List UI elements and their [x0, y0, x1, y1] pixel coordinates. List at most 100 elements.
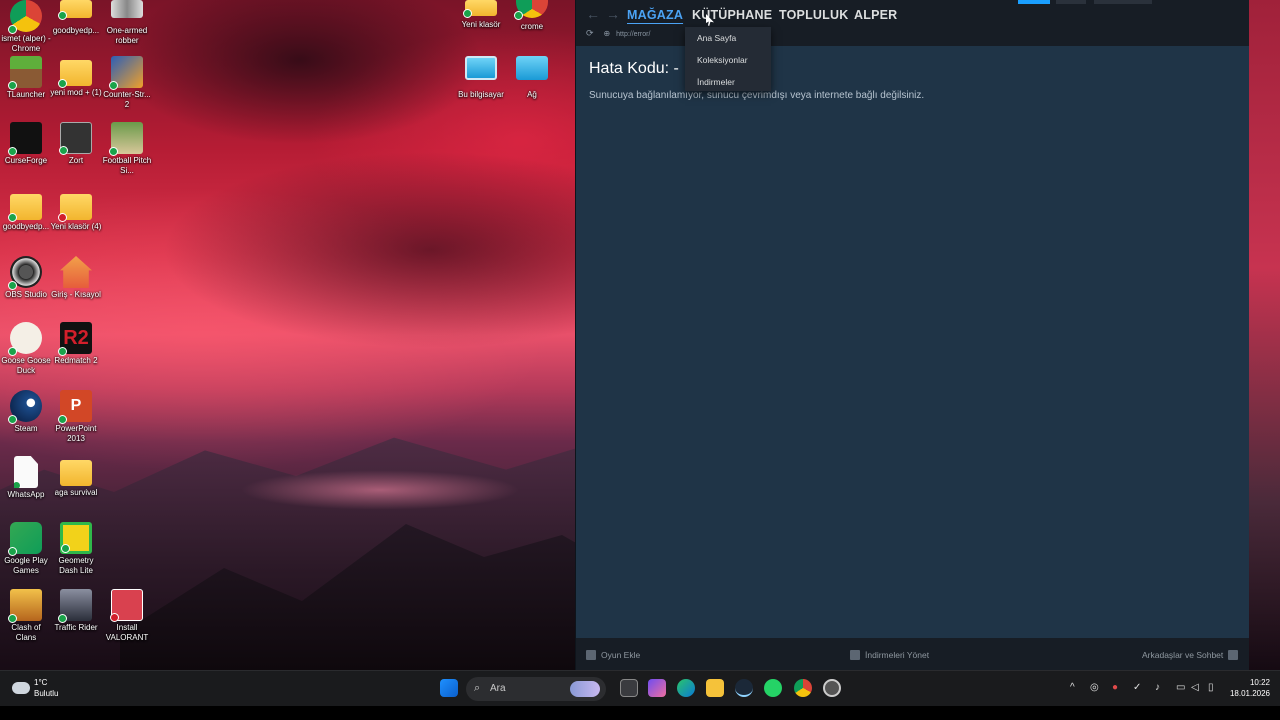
notification-button[interactable]: [1056, 0, 1086, 4]
tab-community[interactable]: TOPLULUK: [779, 8, 848, 22]
steam-taskbar-icon[interactable]: [735, 679, 753, 697]
curseforge-icon: [8, 122, 42, 156]
traffic-rider-icon: [58, 589, 92, 623]
tray-app-icon[interactable]: ◎: [1090, 682, 1099, 693]
tray-redapp-icon[interactable]: ●: [1112, 682, 1118, 693]
desktop-icon-curseforge[interactable]: CurseForge: [0, 122, 52, 166]
chevron-up-icon[interactable]: ^: [1070, 682, 1075, 693]
home-icon: [60, 256, 92, 288]
desktop-icon-obs-studio[interactable]: OBS Studio: [0, 256, 52, 300]
desktop-icon-google-play-games[interactable]: Google Play Games: [0, 522, 52, 576]
copilot-icon[interactable]: [648, 679, 666, 697]
steam-content: Hata Kodu: - Sunucuya bağlanılamıyor, su…: [576, 46, 1249, 638]
manage-downloads-button[interactable]: İndirmeleri Yönet: [850, 650, 929, 660]
desktop-icon-install-valorant[interactable]: Install VALORANT: [101, 589, 153, 643]
add-game-button[interactable]: Oyun Ekle: [586, 650, 640, 660]
desktop-icon-giris-kisayol[interactable]: Giriş - Kısayol: [50, 256, 102, 300]
folder-icon: [463, 0, 497, 18]
desktop-icon-clash-of-clans[interactable]: Clash of Clans: [0, 589, 52, 643]
desktop-icon-powerpoint[interactable]: P PowerPoint 2013: [50, 390, 102, 444]
search-box[interactable]: ⌕ Ara: [466, 677, 606, 701]
valorant-icon: [110, 589, 143, 622]
chrome-icon: [514, 0, 548, 20]
app-with-notification-icon[interactable]: [823, 679, 841, 697]
url-text: http://error/: [616, 31, 651, 38]
folder-icon: [58, 0, 92, 20]
friends-icon: [1228, 650, 1239, 660]
search-icon: ⌕: [474, 682, 481, 694]
start-windows-icon[interactable]: [440, 679, 458, 697]
desktop-icon-steam[interactable]: Steam: [0, 390, 52, 434]
geometry-dash-icon: [60, 522, 92, 554]
edge-icon[interactable]: [677, 679, 695, 697]
menu-item-downloads[interactable]: İndirmeler: [685, 71, 771, 93]
weather-cloud-icon: [12, 682, 30, 694]
plus-icon: [586, 650, 596, 660]
friends-chat-button[interactable]: Arkadaşlar ve Sohbet: [1142, 650, 1239, 660]
folder-icon: [8, 194, 42, 222]
steam-topbar: ← → MAĞAZA KÜTÜPHANE TOPLULUK ALPER ⟳ ⊕ …: [576, 0, 1249, 46]
forward-arrow-icon[interactable]: →: [606, 6, 620, 22]
clock-date: 18.01.2026: [1229, 689, 1270, 698]
desktop-icon-crome[interactable]: crome: [506, 0, 558, 32]
redmatch-icon: R2: [58, 322, 92, 356]
obs-icon: [8, 256, 42, 290]
file-icon: [14, 456, 38, 488]
folder-icon: [58, 194, 92, 222]
chrome-taskbar-icon[interactable]: [794, 679, 812, 697]
desktop-icon-goodbyedpi-2[interactable]: goodbyedp...: [0, 190, 52, 232]
zort-icon: [59, 122, 92, 155]
desktop-icon-goose-goose-duck[interactable]: Goose Goose Duck: [0, 322, 52, 376]
task-view-icon[interactable]: [620, 679, 638, 697]
football-icon: [109, 122, 143, 156]
desktop-icon-yeni-klasor-4[interactable]: Yeni klasör (4): [50, 190, 102, 232]
account-status-bar[interactable]: [1018, 0, 1050, 4]
desktop-icon-one-armed-robber[interactable]: One-armed robber: [101, 0, 153, 46]
weather-temp: 1°C: [34, 678, 48, 687]
desktop-icon-yeni-klasor[interactable]: Yeni klasör: [455, 0, 507, 30]
volume-icon[interactable]: ◁: [1191, 682, 1199, 693]
globe-icon: ⊕: [603, 29, 611, 38]
desktop-icon-traffic-rider[interactable]: Traffic Rider: [50, 589, 102, 633]
menu-item-home[interactable]: Ana Sayfa: [685, 27, 771, 49]
battery-icon[interactable]: ▯: [1208, 682, 1214, 693]
desktop-icon-ag[interactable]: Ağ: [506, 56, 558, 100]
back-arrow-icon[interactable]: ←: [586, 6, 600, 22]
desktop-icon-tlauncher[interactable]: TLauncher: [0, 56, 52, 100]
desktop-icon-geometry-dash[interactable]: Geometry Dash Lite: [50, 522, 102, 576]
desktop-icon-whatsapp[interactable]: WhatsApp: [0, 456, 52, 500]
chrome-icon: [8, 0, 42, 34]
tab-library[interactable]: KÜTÜPHANE: [692, 8, 772, 22]
reload-icon[interactable]: ⟳: [586, 28, 594, 38]
microphone-icon[interactable]: ♪: [1155, 682, 1160, 693]
file-explorer-icon[interactable]: [706, 679, 724, 697]
tray-checkmark-icon[interactable]: ✓: [1133, 682, 1141, 693]
desktop-icon-goodbyedpi-1[interactable]: goodbyedp...: [50, 0, 102, 36]
search-placeholder: Ara: [490, 683, 506, 694]
tab-store[interactable]: MAĞAZA: [627, 8, 683, 22]
tab-profile[interactable]: ALPER: [854, 8, 897, 22]
folder-icon: [60, 460, 92, 486]
desktop-icon-bu-bilgisayar[interactable]: Bu bilgisayar: [455, 56, 507, 100]
network-tray-icon[interactable]: ▭: [1176, 682, 1185, 693]
computer-icon: [465, 56, 497, 80]
library-dropdown-menu: Ana Sayfa Koleksiyonlar İndirmeler: [685, 27, 771, 91]
menu-item-collections[interactable]: Koleksiyonlar: [685, 49, 771, 71]
download-icon: [850, 650, 860, 660]
desktop-icon-yeni-mod[interactable]: yeni mod + (1): [50, 56, 102, 98]
account-menu-button[interactable]: [1094, 0, 1152, 4]
weather-widget[interactable]: 1°C Bulutlu: [10, 676, 70, 702]
desktop-icon-counter-strike[interactable]: Counter-Str... 2: [101, 56, 153, 110]
error-title: Hata Kodu: -: [589, 60, 679, 77]
clock-time: 10:22: [1249, 678, 1270, 687]
desktop-icon-zort[interactable]: Zort: [50, 122, 102, 166]
desktop-icon-aga-survival[interactable]: aga survival: [50, 456, 102, 498]
desktop-icon-redmatch-2[interactable]: R2 Redmatch 2: [50, 322, 102, 366]
clock[interactable]: 10:22 18.01.2026: [1228, 677, 1270, 699]
whatsapp-icon[interactable]: [764, 679, 782, 697]
desktop-icon-chrome-ismet[interactable]: ismet (alper) - Chrome: [0, 0, 52, 54]
counter-strike-icon: [109, 56, 143, 90]
weather-desc: Bulutlu: [34, 689, 59, 698]
desktop-icon-football-pitch[interactable]: Football Pitch Si...: [101, 122, 153, 176]
clash-icon: [8, 589, 42, 623]
